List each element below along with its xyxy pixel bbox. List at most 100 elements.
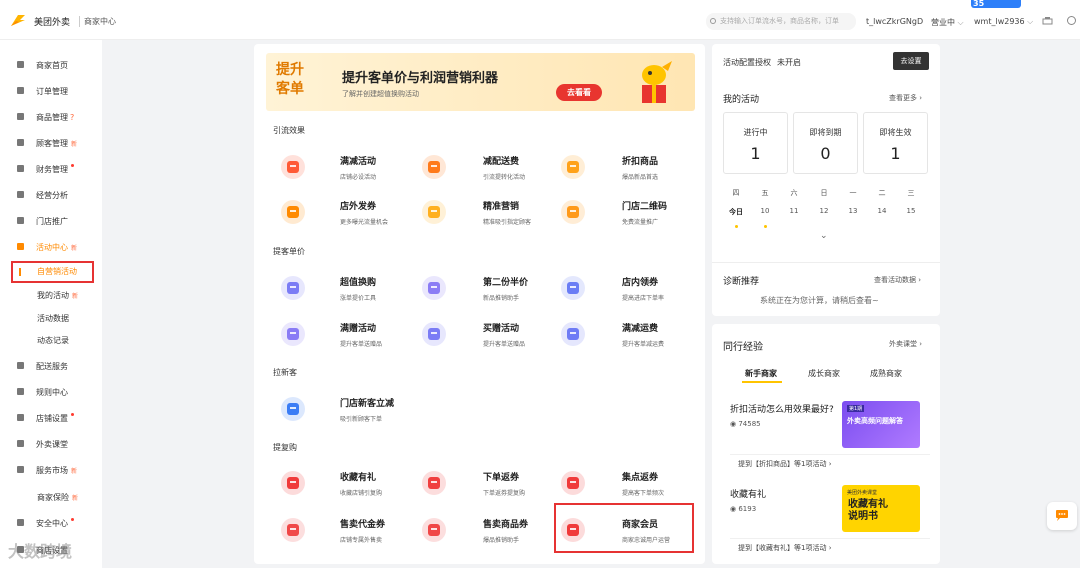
stat-ongoing[interactable]: 进行中 1 [723,112,788,174]
promo-banner[interactable]: 提升客单 提升客单价与利润营销利器 了解并创建超值换购活动 去看看 [266,53,695,111]
chevron-right-icon: › [919,94,923,102]
sidebar-item-activity-center[interactable]: 活动中心新 [0,240,102,254]
gift-icon [17,243,24,250]
sidebar-item-analysis[interactable]: 经营分析 [0,188,102,202]
sidebar-item-activity-data[interactable]: 活动数据 [0,311,102,325]
sidebar-item-customers[interactable]: 顾客管理新 [0,136,102,150]
feature-desc: 店铺必设活动 [340,174,377,181]
feature-discount-goods[interactable]: 折扣商品 爆品新品首选 [560,150,700,186]
voucher-icon [281,518,305,542]
shield-icon [17,519,24,526]
search-input[interactable]: 支持输入订单流水号，商品名称，订单 [706,13,856,30]
article-views: ◉ 74585 [730,420,761,428]
feature-new-customer[interactable]: 门店新客立减 吸引新顾客下单 [280,392,420,428]
feature-coupon[interactable]: 店外发券 更多曝光流量机会 [280,195,420,231]
brand-name[interactable]: 美团外卖 [34,15,70,28]
sidebar-item-shop-settings[interactable]: 店铺设置 [0,411,102,425]
sidebar-item-orders[interactable]: 订单管理 [0,84,102,98]
feature-points[interactable]: 集点返券 提高客下单频次 [560,466,700,502]
sidebar-item-home[interactable]: 商家首页 [0,58,102,72]
calendar-date[interactable]: 13 [843,207,863,215]
account-id[interactable]: t_lwcZkrGNgD [866,17,923,26]
analysis-icon [17,191,24,198]
feature-desc: 店铺专属外售卖 [340,537,383,544]
new-customer-icon [281,397,305,421]
sidebar-item-my-activities[interactable]: 我的活动新 [0,288,102,302]
feature-name: 满赠活动 [340,324,377,334]
calendar-date[interactable]: 14 [872,207,892,215]
feature-half-price[interactable]: 第二份半价 新品推销助手 [421,271,561,307]
sidebar-item-records[interactable]: 动态记录 [0,333,102,347]
diagnosis-link[interactable]: 查看活动数据 › [874,275,921,285]
feature-favorite-gift[interactable]: 收藏有礼 收藏店铺引复购 [280,466,420,502]
stat-expiring[interactable]: 即将到期 0 [793,112,858,174]
more-icon[interactable] [1066,15,1077,26]
main-panel: 提升客单 提升客单价与利润营销利器 了解并创建超值换购活动 去看看 引流效果 提… [254,44,705,564]
sidebar-item-class[interactable]: 外卖课堂 [0,437,102,451]
feature-delivery-fee[interactable]: 减配送费 引流提转化活动 [421,150,561,186]
new-badge: 新 [72,293,79,300]
feature-gift-box[interactable]: 满赠活动 提升客单送赠品 [280,317,420,353]
sidebar-item-insurance[interactable]: 商家保险新 [0,490,102,504]
chat-button[interactable] [1047,502,1077,530]
market-icon [17,466,24,473]
tab-mature[interactable]: 成熟商家 [870,368,902,379]
sidebar-item-market[interactable]: 服务市场新 [0,463,102,477]
feature-goods-voucher[interactable]: 售卖商品券 爆品推销助手 [421,513,561,549]
sidebar-item-rules[interactable]: 规则中心 [0,385,102,399]
sidebar: 商家首页 订单管理 商品管理? 顾客管理新 财务管理 经营分析 门店推广 活动中… [0,40,102,568]
feature-desc: 提高客下单频次 [622,490,665,497]
peer-link[interactable]: 外卖课堂 › [889,339,922,349]
activity-panel: 活动配置授权 未开启 去设置 我的活动 查看更多 › 进行中 1 即将到期 0 即将… [712,44,940,316]
feature-qrcode[interactable]: 门店二维码 免费流量推广 [560,195,700,231]
stat-upcoming[interactable]: 即将生效 1 [863,112,928,174]
printer-icon[interactable] [1042,16,1053,26]
feature-desc: 提升客单送赠品 [483,341,526,348]
banner-button[interactable]: 去看看 [556,84,602,101]
article-thumbnail[interactable]: 第1期 外卖高频问题解答 [842,401,920,448]
activity-dot [764,225,767,228]
feature-name: 满减活动 [340,157,377,167]
user-dropdown[interactable]: wmt_lw2936 ⌵ [974,17,1033,27]
feature-desc: 提升客单减运费 [622,341,665,348]
article-title[interactable]: 收藏有礼 [730,487,766,500]
feature-target[interactable]: 精准营销 精准吸引指定顾客 [421,195,561,231]
top-tag[interactable]: 35 [971,0,1021,8]
feature-voucher[interactable]: 售卖代金券 店铺专属外售卖 [280,513,420,549]
feature-store-coupon[interactable]: 店内领券 提高进店下单率 [560,271,700,307]
sidebar-item-goods[interactable]: 商品管理? [0,110,102,124]
article-thumbnail[interactable]: 美团外卖课堂 收藏有礼说明书 [842,485,920,532]
help-icon[interactable]: ? [70,113,74,122]
coupon-icon [281,200,305,224]
chevron-down-icon: ⌵ [1027,17,1034,26]
tab-newbie[interactable]: 新手商家 [745,368,777,379]
feature-desc: 引流提转化活动 [483,174,526,181]
calendar-weekday: 六 [790,189,798,197]
tab-growing[interactable]: 成长商家 [808,368,840,379]
feature-exchange[interactable]: 超值换购 涨单提价工具 [280,271,420,307]
calendar-date[interactable]: 12 [814,207,834,215]
calendar-date[interactable]: 今日 [726,207,746,217]
new-badge: 新 [71,141,78,148]
feature-buy-gift[interactable]: 买赠活动 提升客单送赠品 [421,317,561,353]
config-button[interactable]: 去设置 [893,52,929,70]
sidebar-item-promotion[interactable]: 门店推广 [0,214,102,228]
sidebar-item-finance[interactable]: 财务管理 [0,162,102,176]
article-title[interactable]: 折扣活动怎么用效果最好? [730,402,834,415]
feature-discount[interactable]: 满减活动店铺必设活动 [280,150,420,186]
feature-return-coupon[interactable]: 下单返券 下单返券提复购 [421,466,561,502]
feature-desc: 下单返券提复购 [483,490,526,497]
sidebar-item-delivery[interactable]: 配送服务 [0,359,102,373]
meituan-logo-icon[interactable] [10,13,26,27]
status-dropdown[interactable]: 营业中 ⌵ [931,17,964,28]
watermark: 大数跨境 [8,542,73,561]
expand-chevron-icon[interactable]: ⌄ [820,231,828,241]
sidebar-item-security[interactable]: 安全中心 [0,516,102,530]
calendar-date[interactable]: 11 [784,207,804,215]
article-activity-link[interactable]: 提到【折扣商品】等1项活动 › [738,459,832,469]
feature-freight[interactable]: 满减运费 提升客单减运费 [560,317,700,353]
article-activity-link[interactable]: 提到【收藏有礼】等1项活动 › [738,543,832,553]
see-more-link[interactable]: 查看更多 › [889,93,922,103]
calendar-date[interactable]: 10 [755,207,775,215]
calendar-date[interactable]: 15 [901,207,921,215]
